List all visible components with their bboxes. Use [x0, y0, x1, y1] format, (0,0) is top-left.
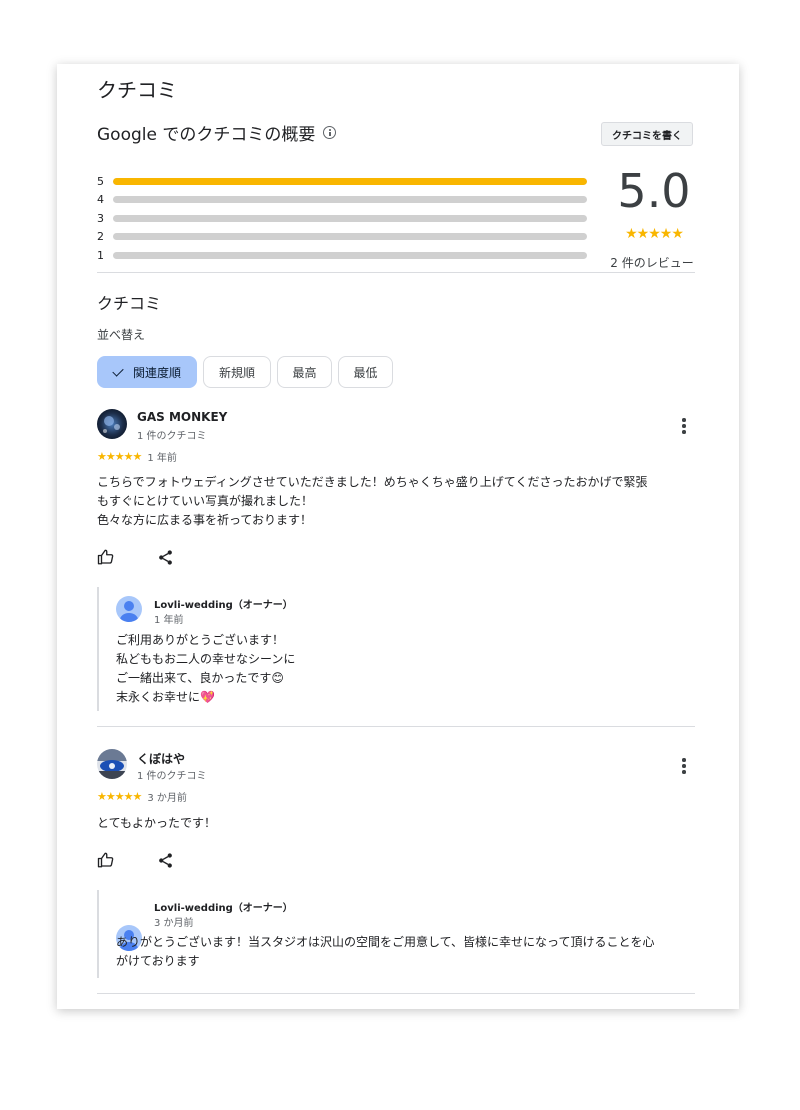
- rating-bar-label: 4: [97, 193, 104, 207]
- thumbs-up-icon[interactable]: [97, 851, 115, 873]
- chip-label: 最高: [292, 365, 317, 380]
- avatar-image: [97, 749, 127, 779]
- sort-chip-highest[interactable]: 最高: [277, 356, 332, 388]
- reviews-card: クチコミ Google でのクチコミの概要 クチコミを書く 5 4 3 2 1 …: [57, 64, 739, 1009]
- chip-label: 新規順: [218, 365, 255, 380]
- sort-chip-newest[interactable]: 新規順: [203, 356, 271, 388]
- avatar[interactable]: [97, 749, 127, 779]
- share-icon[interactable]: [157, 549, 174, 570]
- rating-bar-row: 3: [97, 209, 587, 228]
- write-review-button[interactable]: クチコミを書く: [601, 122, 693, 146]
- more-vert-icon[interactable]: [682, 418, 686, 436]
- reply-text: ありがとうございます！当スタジオは沢山の空間をご用意して、皆様に幸せになって頂け…: [116, 935, 655, 968]
- review-author-meta: 1 件のクチコミ: [137, 431, 207, 442]
- reply-time: 3 か月前: [154, 918, 194, 929]
- page-title: クチコミ: [97, 78, 177, 102]
- reply-text: ご利用ありがとうございます！ 私どももお二人の幸せなシーンに ご一緒出来て、良か…: [116, 633, 296, 704]
- chip-label: 関連度順: [132, 365, 181, 380]
- owner-name: Lovli-wedding（オーナー）: [154, 903, 293, 914]
- info-icon[interactable]: [323, 126, 337, 139]
- divider: [97, 993, 695, 994]
- rating-bar-label: 2: [97, 230, 104, 244]
- review-author-meta: 1 件のクチコミ: [137, 771, 207, 782]
- owner-name: Lovli-wedding（オーナー）: [154, 600, 293, 611]
- review-text: とてもよかったです！: [97, 816, 217, 830]
- review-author[interactable]: GAS MONKEY: [137, 410, 227, 424]
- more-vert-icon[interactable]: [682, 758, 686, 776]
- rating-bar-track: [113, 233, 587, 241]
- review-time: 1 年前: [147, 453, 177, 464]
- rating-bar-label: 3: [97, 211, 104, 225]
- reviews-heading: クチコミ: [97, 294, 162, 313]
- summary-title-row: Google でのクチコミの概要: [97, 120, 337, 145]
- average-rating: 5.0: [617, 164, 691, 218]
- avatar[interactable]: [97, 409, 127, 439]
- sort-chip-lowest[interactable]: 最低: [338, 356, 393, 388]
- divider: [97, 272, 695, 273]
- rating-bar-fill: [113, 177, 587, 185]
- rating-distribution: 5 4 3 2 1: [97, 172, 587, 265]
- avatar-image: [97, 409, 127, 439]
- review-text: こちらでフォトウェディングさせていただきました！めちゃくちゃ盛り上げてくださった…: [97, 475, 648, 527]
- rating-bar-row: 1: [97, 246, 587, 265]
- sort-chips: 関連度順 新規順 最高 最低: [97, 356, 393, 388]
- rating-bar-track: [113, 196, 587, 204]
- rating-bar-row: 4: [97, 191, 587, 210]
- rating-bar-track: [113, 214, 587, 222]
- share-icon[interactable]: [157, 852, 174, 873]
- divider: [97, 726, 695, 727]
- rating-bar-track: [113, 251, 587, 259]
- thumbs-up-icon[interactable]: [97, 548, 115, 570]
- chip-label: 最低: [353, 365, 378, 380]
- rating-bar-row: 5: [97, 172, 587, 191]
- check-icon: [112, 364, 124, 377]
- review-time: 3 か月前: [147, 793, 187, 804]
- rating-bar-row: 2: [97, 228, 587, 247]
- review-author[interactable]: くぼはや: [137, 750, 185, 767]
- review-count-link[interactable]: 2 件のレビュー: [602, 254, 702, 271]
- owner-avatar: [116, 596, 142, 622]
- rating-bar-label: 5: [97, 174, 104, 188]
- reply-time: 1 年前: [154, 615, 184, 626]
- review-rating-row: ★★★★★ 3 か月前: [97, 789, 187, 804]
- review-rating-row: ★★★★★ 1 年前: [97, 449, 177, 464]
- sort-chip-relevance[interactable]: 関連度順: [97, 356, 197, 388]
- rating-bar-track: [113, 177, 587, 185]
- review-stars: ★★★★★: [97, 450, 142, 463]
- review-stars: ★★★★★: [97, 790, 142, 803]
- summary-title: Google でのクチコミの概要: [97, 125, 316, 145]
- average-stars: ★★★★★: [625, 226, 684, 242]
- rating-bar-label: 1: [97, 248, 104, 262]
- sort-label: 並べ替え: [97, 328, 146, 342]
